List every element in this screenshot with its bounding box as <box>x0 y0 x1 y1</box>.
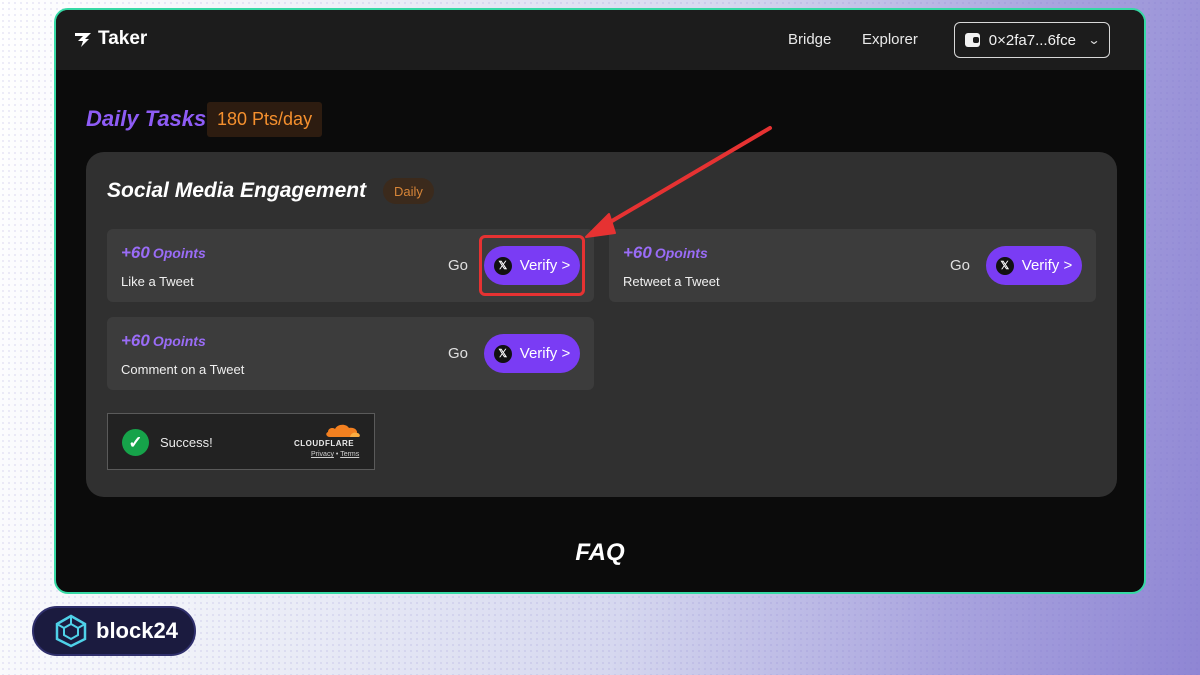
annotation-highlight-box <box>479 235 585 296</box>
task-card-comment: +60 Opoints Comment on a Tweet Go 𝕏 Verif… <box>107 317 594 390</box>
panel-title: Social Media Engagement <box>107 179 367 202</box>
task-label: Comment on a Tweet <box>121 362 245 377</box>
faq-heading: FAQ <box>575 539 625 566</box>
task-points-value: +60 <box>121 331 150 350</box>
app-window: Taker Bridge Explorer 0×2fa7...6fce ⌄ Da… <box>54 8 1146 594</box>
block24-watermark: block24 <box>32 606 196 656</box>
daily-badge: Daily <box>383 178 434 204</box>
check-circle-icon: ✓ <box>122 429 149 456</box>
task-points-value: +60 <box>121 243 150 262</box>
captcha-status: Success! <box>160 435 213 450</box>
link-separator: • <box>335 451 339 458</box>
cloudflare-cloud-icon <box>326 424 360 437</box>
verify-label: Verify > <box>1021 257 1073 274</box>
nav-explorer-link[interactable]: Explorer <box>862 31 918 48</box>
task-points-unit: Opoints <box>152 333 206 349</box>
task-label: Like a Tweet <box>121 274 194 289</box>
chevron-down-icon: ⌄ <box>1087 33 1101 47</box>
task-points-value: +60 <box>623 243 652 262</box>
go-link[interactable]: Go <box>448 257 468 274</box>
wallet-icon <box>965 33 980 47</box>
brand-logo[interactable]: Taker <box>74 28 147 50</box>
task-label: Retweet a Tweet <box>623 274 720 289</box>
verify-label: Verify > <box>519 345 571 362</box>
social-media-panel: Social Media Engagement Daily +60 Opoints… <box>86 152 1117 497</box>
nav-bridge-link[interactable]: Bridge <box>788 31 831 48</box>
wallet-dropdown[interactable]: 0×2fa7...6fce ⌄ <box>954 22 1110 58</box>
cloudflare-links: Privacy • Terms <box>311 451 359 458</box>
points-per-day-badge: 180 Pts/day <box>207 102 323 137</box>
cloudflare-wordmark: CLOUDFLARE <box>294 439 355 448</box>
task-card-retweet: +60 Opoints Retweet a Tweet Go 𝕏 Verify > <box>609 229 1096 302</box>
task-points-unit: Opoints <box>654 245 708 261</box>
wallet-address: 0×2fa7...6fce <box>988 31 1076 49</box>
x-logo-icon: 𝕏 <box>493 344 512 363</box>
task-points: +60 Opoints <box>121 331 206 351</box>
brand-name: Taker <box>98 28 148 49</box>
cloudflare-captcha-widget[interactable]: ✓ Success! CLOUDFLARE Privacy • Terms <box>107 413 375 470</box>
watermark-text: block24 <box>96 618 178 643</box>
task-points-unit: Opoints <box>152 245 206 261</box>
go-link[interactable]: Go <box>950 257 970 274</box>
verify-button[interactable]: 𝕏 Verify > <box>986 246 1082 285</box>
task-card-like: +60 Opoints Like a Tweet Go 𝕏 Verify > <box>107 229 594 302</box>
task-points: +60 Opoints <box>623 243 708 263</box>
x-logo-icon: 𝕏 <box>995 256 1014 275</box>
go-link[interactable]: Go <box>448 345 468 362</box>
privacy-link[interactable]: Privacy <box>311 451 334 458</box>
top-nav-bar: Taker Bridge Explorer 0×2fa7...6fce ⌄ <box>56 10 1144 70</box>
verify-button[interactable]: 𝕏 Verify > <box>484 334 580 373</box>
taker-logo-icon <box>75 33 91 47</box>
cube-icon <box>55 614 87 648</box>
terms-link[interactable]: Terms <box>340 451 359 458</box>
daily-tasks-title: Daily Tasks <box>86 106 207 131</box>
task-points: +60 Opoints <box>121 243 206 263</box>
